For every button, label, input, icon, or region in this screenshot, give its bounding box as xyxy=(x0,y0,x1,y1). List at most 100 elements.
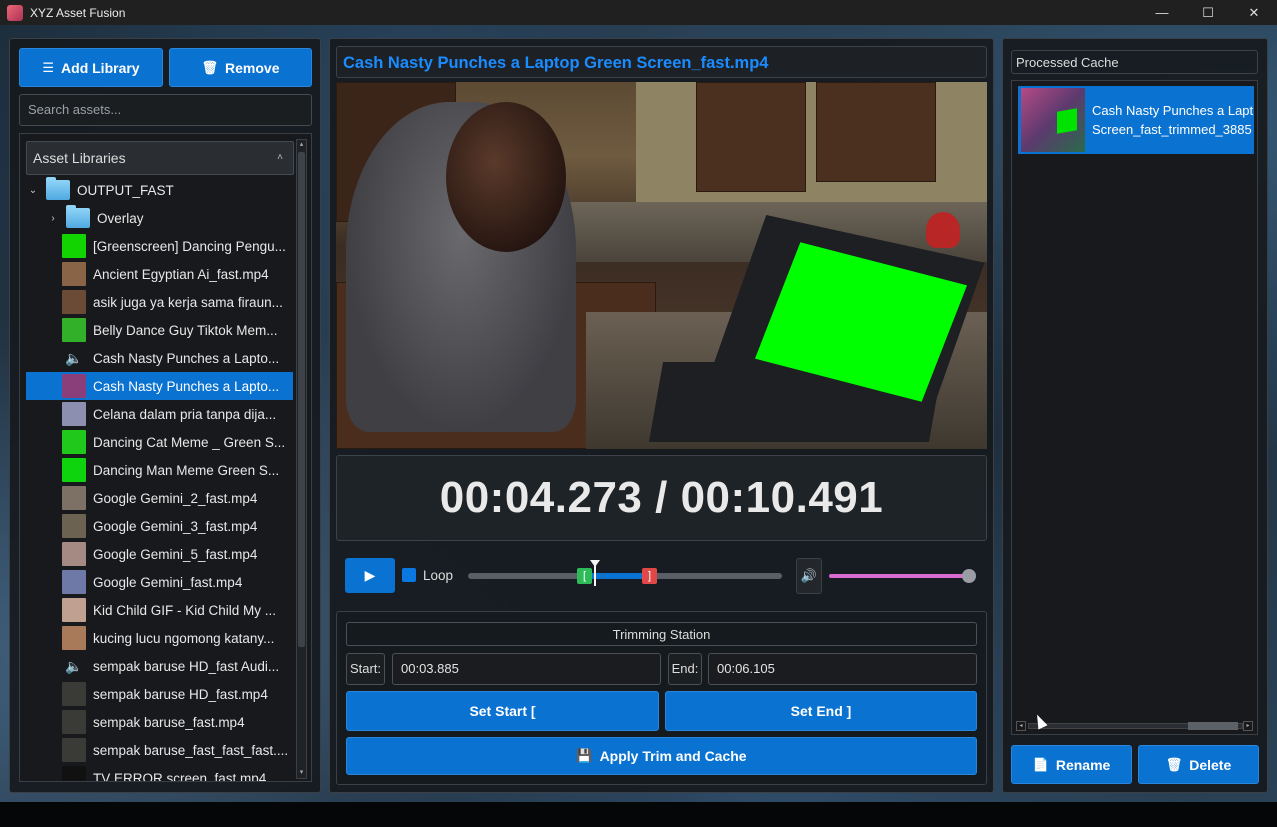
asset-label: [Greenscreen] Dancing Pengu... xyxy=(93,238,286,254)
asset-item[interactable]: Google Gemini_3_fast.mp4 xyxy=(26,512,293,540)
speaker-icon: 🔊 xyxy=(800,568,818,583)
minimize-button[interactable]: — xyxy=(1139,0,1185,25)
start-time-field[interactable]: 00:03.885 xyxy=(392,653,661,685)
asset-label: Dancing Man Meme Green S... xyxy=(93,462,280,478)
asset-item[interactable]: Dancing Man Meme Green S... xyxy=(26,456,293,484)
asset-item[interactable]: Cash Nasty Punches a Lapto... xyxy=(26,372,293,400)
scroll-left-icon[interactable]: ◂ xyxy=(1016,721,1026,731)
scroll-up-icon[interactable]: ▴ xyxy=(297,140,306,150)
trash-icon: 🗑 xyxy=(201,59,219,75)
asset-label: Ancient Egyptian Ai_fast.mp4 xyxy=(93,266,269,282)
trim-end-marker[interactable]: ] xyxy=(642,568,657,584)
save-icon: 💾 xyxy=(576,748,593,763)
asset-item[interactable]: kucing lucu ngomong katany... xyxy=(26,624,293,652)
asset-label: Celana dalam pria tanpa dija... xyxy=(93,406,277,422)
cache-list: Cash Nasty Punches a Lapt Screen_fast_tr… xyxy=(1011,80,1258,735)
asset-item[interactable]: asik juga ya kerja sama firaun... xyxy=(26,288,293,316)
loop-checkbox[interactable] xyxy=(402,568,416,582)
asset-thumbnail xyxy=(62,458,86,482)
tree-folder-overlay[interactable]: › Overlay xyxy=(26,204,293,232)
volume-button[interactable]: 🔊 xyxy=(796,558,822,594)
volume-slider[interactable] xyxy=(829,574,969,578)
asset-item[interactable]: sempak baruse_fast_fast_fast.... xyxy=(26,736,293,764)
asset-item[interactable]: Google Gemini_fast.mp4 xyxy=(26,568,293,596)
maximize-button[interactable]: ☐ xyxy=(1185,0,1231,25)
tree-scrollbar[interactable]: ▴ ▾ xyxy=(296,139,307,779)
asset-item[interactable]: Celana dalam pria tanpa dija... xyxy=(26,400,293,428)
trash-icon: 🗑 xyxy=(1165,756,1183,772)
add-library-button[interactable]: ☰ Add Library xyxy=(19,48,163,87)
cache-horizontal-scrollbar[interactable]: ◂ ▸ xyxy=(1016,720,1253,731)
asset-item[interactable]: sempak baruse HD_fast.mp4 xyxy=(26,680,293,708)
cache-item-line1: Cash Nasty Punches a Lapt xyxy=(1092,103,1254,118)
asset-label: Belly Dance Guy Tiktok Mem... xyxy=(93,322,278,338)
set-end-label: Set End ] xyxy=(790,703,852,719)
app-icon xyxy=(7,4,23,21)
asset-thumbnail xyxy=(62,570,86,594)
video-cabinet xyxy=(816,82,936,182)
volume-slider-handle[interactable] xyxy=(962,569,976,583)
end-time-field[interactable]: 00:06.105 xyxy=(708,653,977,685)
asset-item[interactable]: 🔈 sempak baruse HD_fast Audi... xyxy=(26,652,293,680)
asset-item[interactable]: sempak baruse_fast.mp4 xyxy=(26,708,293,736)
collapsed-arrow-icon: › xyxy=(51,212,55,224)
rename-icon: 📄 xyxy=(1032,756,1049,772)
video-head xyxy=(446,102,566,252)
cache-thumbnail xyxy=(1021,88,1085,152)
folder-icon xyxy=(66,205,90,228)
asset-item[interactable]: Belly Dance Guy Tiktok Mem... xyxy=(26,316,293,344)
cache-item[interactable]: Cash Nasty Punches a Lapt Screen_fast_tr… xyxy=(1018,86,1254,154)
asset-thumbnail xyxy=(62,234,86,258)
playhead[interactable] xyxy=(590,560,600,586)
audio-icon: 🔈 xyxy=(65,349,83,366)
asset-item[interactable]: Google Gemini_5_fast.mp4 xyxy=(26,540,293,568)
asset-thumbnail xyxy=(62,374,86,398)
asset-item[interactable]: [Greenscreen] Dancing Pengu... xyxy=(26,232,293,260)
asset-label: Cash Nasty Punches a Lapto... xyxy=(93,378,280,394)
set-start-button[interactable]: Set Start [ xyxy=(346,691,659,731)
asset-thumbnail xyxy=(62,402,86,426)
asset-label: TV ERROR screen_fast.mp4 xyxy=(93,770,267,782)
folder-label: OUTPUT_FAST xyxy=(77,182,174,198)
play-button[interactable]: ▶ xyxy=(345,558,395,593)
scroll-down-icon[interactable]: ▾ xyxy=(297,768,306,778)
scrollbar-thumb[interactable] xyxy=(298,152,305,647)
asset-label: Google Gemini_fast.mp4 xyxy=(93,574,243,590)
asset-thumbnail xyxy=(62,290,86,314)
asset-item[interactable]: Google Gemini_2_fast.mp4 xyxy=(26,484,293,512)
trim-start-marker[interactable]: [ xyxy=(577,568,592,584)
cache-item-text: Cash Nasty Punches a Lapt Screen_fast_tr… xyxy=(1092,101,1253,139)
asset-item[interactable]: Ancient Egyptian Ai_fast.mp4 xyxy=(26,260,293,288)
processed-cache-title: Processed Cache xyxy=(1011,50,1258,74)
asset-item[interactable]: Kid Child GIF - Kid Child My ... xyxy=(26,596,293,624)
asset-libraries-header[interactable]: Asset Libraries ˄ xyxy=(26,141,294,175)
asset-item[interactable]: Dancing Cat Meme _ Green S... xyxy=(26,428,293,456)
rename-button[interactable]: 📄 Rename xyxy=(1011,745,1132,784)
asset-thumbnail xyxy=(62,626,86,650)
delete-label: Delete xyxy=(1189,756,1232,773)
scrollbar-thumb[interactable] xyxy=(1188,722,1238,730)
asset-thumbnail xyxy=(62,486,86,510)
search-input[interactable]: Search assets... xyxy=(19,94,312,126)
set-end-button[interactable]: Set End ] xyxy=(665,691,977,731)
loop-label: Loop xyxy=(423,568,454,583)
asset-item[interactable]: 🔈 Cash Nasty Punches a Lapto... xyxy=(26,344,293,372)
asset-label: sempak baruse_fast_fast_fast.... xyxy=(93,742,289,758)
remove-library-label: Remove xyxy=(225,59,280,76)
tree-folder-root[interactable]: ⌄ OUTPUT_FAST xyxy=(26,176,293,204)
asset-item[interactable]: TV ERROR screen_fast.mp4 xyxy=(26,764,293,782)
remove-library-button[interactable]: 🗑 Remove xyxy=(169,48,312,87)
delete-button[interactable]: 🗑 Delete xyxy=(1138,745,1259,784)
close-button[interactable]: ✕ xyxy=(1231,0,1277,25)
asset-label: Kid Child GIF - Kid Child My ... xyxy=(93,602,277,618)
video-title: Cash Nasty Punches a Laptop Green Screen… xyxy=(336,46,987,78)
asset-thumbnail xyxy=(62,766,86,781)
apply-trim-button[interactable]: 💾 Apply Trim and Cache xyxy=(346,737,977,775)
asset-label: Google Gemini_3_fast.mp4 xyxy=(93,518,258,534)
taskbar-strip xyxy=(0,802,1277,827)
asset-label: Cash Nasty Punches a Lapto... xyxy=(93,350,280,366)
set-start-label: Set Start [ xyxy=(469,703,536,719)
asset-thumbnail xyxy=(62,542,86,566)
scroll-right-icon[interactable]: ▸ xyxy=(1243,721,1253,731)
video-preview[interactable] xyxy=(336,82,987,449)
